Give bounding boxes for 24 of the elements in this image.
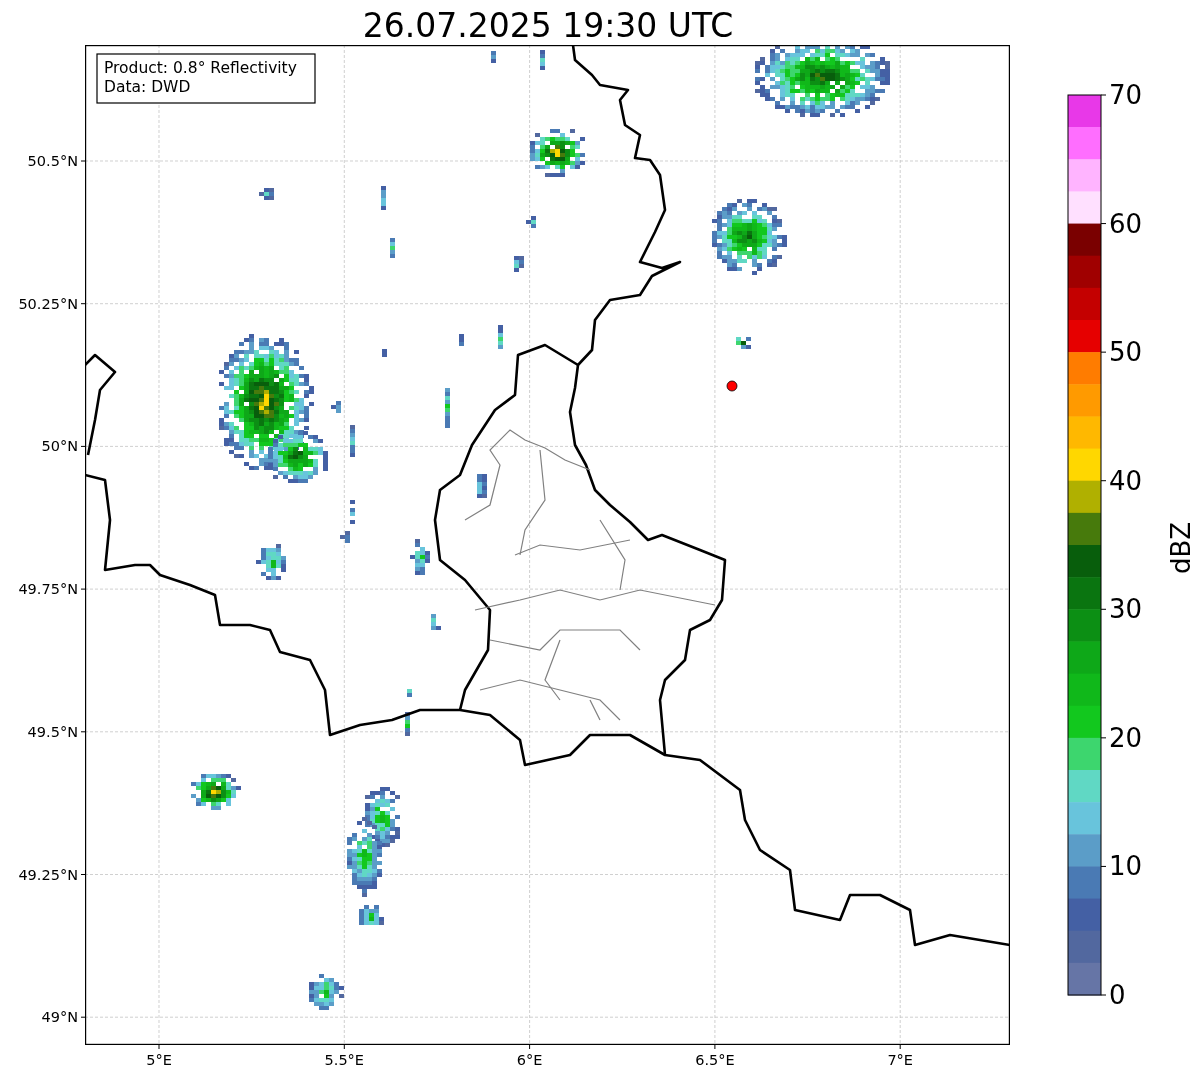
colorbar-tick-label: 70 (1109, 80, 1143, 110)
colorbar-tick-label: 20 (1109, 722, 1143, 753)
latitude-label: 50.5°N (27, 153, 78, 169)
latitude-label: 49.5°N (27, 723, 78, 740)
colorbar-tick-label: 40 (1109, 465, 1143, 496)
latitude-label: 49.75°N (18, 581, 78, 598)
latitude-label: 49°N (41, 1009, 78, 1026)
longitude-label: 6°E (516, 1052, 543, 1068)
colorbar-tick-label: 10 (1109, 851, 1143, 882)
colorbar-tick-label: 50 (1109, 337, 1143, 368)
longitude-label: 6.5°E (695, 1052, 735, 1068)
latitude-label: 50°N (41, 438, 78, 455)
longitude-label: 5.5°E (324, 1052, 365, 1068)
latitude-label: 50.25°N (18, 295, 78, 312)
longitude-label: 7°E (887, 1052, 913, 1068)
latitude-label: 49.25°N (18, 866, 78, 883)
colorbar-tick-label: 0 (1109, 980, 1126, 1010)
colorbar-label: dBZ (1166, 521, 1196, 575)
product-label: Product: 0.8° Reflectivity (104, 59, 297, 77)
colorbar-tick-label: 30 (1109, 594, 1143, 625)
data-source-label: Data: DWD (104, 78, 191, 96)
colorbar-tick-label: 60 (1109, 208, 1143, 239)
chart-title: 26.07.2025 19:30 UTC (362, 6, 734, 45)
longitude-label: 5°E (146, 1052, 172, 1068)
